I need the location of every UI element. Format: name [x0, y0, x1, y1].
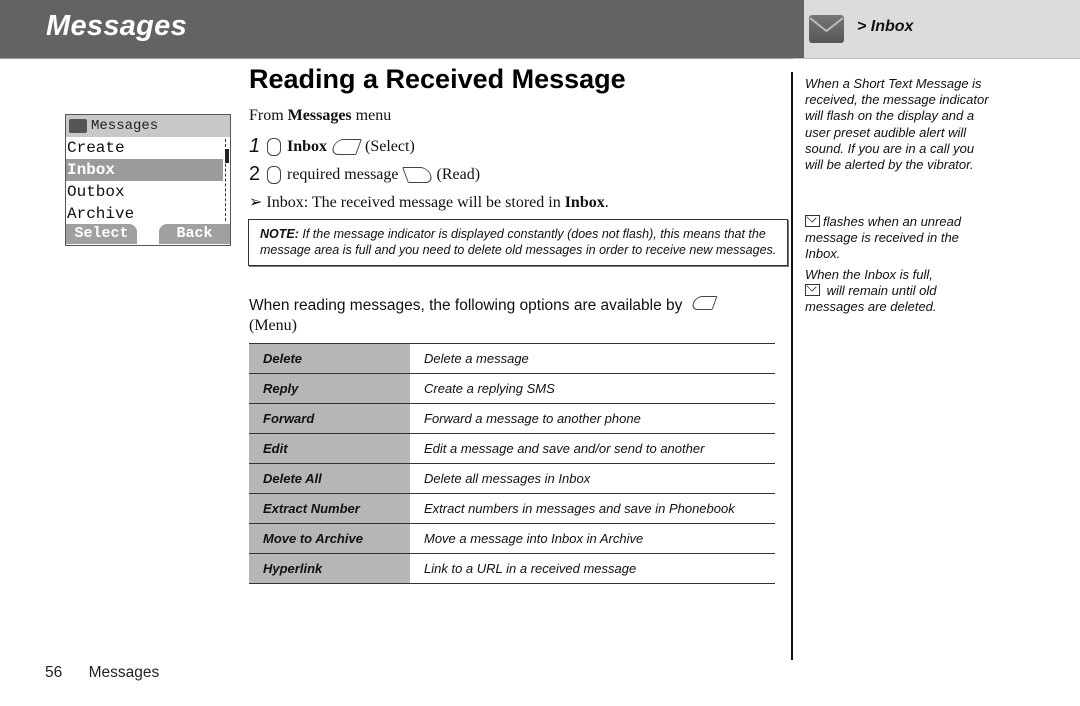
- sidebar-note-3: When the Inbox is full, will remain unti…: [805, 267, 995, 316]
- from-menu-line: From Messages menu: [249, 107, 391, 125]
- options-intro-text: When reading messages, the following opt…: [249, 297, 683, 314]
- left-softkey-icon: [330, 138, 362, 155]
- phone-menu-item-inbox: Inbox: [66, 159, 223, 181]
- step-action: (Select): [365, 137, 415, 155]
- phone-softkey-select: Select: [66, 224, 137, 244]
- option-description: Extract numbers in messages and save in …: [410, 493, 775, 524]
- option-description: Forward a message to another phone: [410, 403, 775, 434]
- option-name: Reply: [249, 373, 410, 404]
- option-description: Edit a message and save and/or send to a…: [410, 433, 775, 464]
- options-table: Delete Delete a message Reply Create a repl…: [249, 343, 775, 584]
- step-action: (Read): [436, 165, 481, 183]
- option-description: Delete a message: [410, 343, 775, 374]
- result-line: ➢ Inbox: The received message will be st…: [249, 192, 609, 212]
- step-number: 1: [249, 135, 261, 157]
- phone-menu-item-archive: Archive: [67, 205, 135, 223]
- envelope-icon: [809, 15, 844, 43]
- result-suffix: .: [604, 194, 609, 211]
- phone-menu-item-create: Create: [67, 139, 125, 157]
- step-target: Inbox: [287, 137, 328, 155]
- right-softkey-icon: [401, 166, 434, 183]
- phone-softkey-back: Back: [159, 224, 230, 244]
- option-description: Create a replying SMS: [410, 373, 775, 404]
- option-name: Move to Archive: [249, 523, 410, 554]
- step-number: 2: [249, 163, 261, 185]
- option-row: Delete Delete a message: [249, 343, 775, 374]
- phone-softkeys: Select Back: [66, 224, 230, 245]
- sidebar-note-3-text-b: will remain until old messages are delet…: [805, 283, 937, 315]
- option-name: Hyperlink: [249, 553, 410, 584]
- phone-screen-title: Messages: [66, 115, 230, 137]
- option-name: Delete All: [249, 463, 410, 494]
- sidebar-note-3-text-a: When the Inbox is full,: [805, 267, 933, 282]
- result-prefix: ➢ Inbox: The received message will be st…: [249, 194, 565, 211]
- option-row: Move to Archive Move a message into Inbox…: [249, 523, 775, 554]
- chapter-header: Messages: [0, 0, 793, 59]
- chapter-title: Messages: [46, 10, 188, 42]
- message-indicator-icon: [805, 215, 820, 227]
- navigation-key-icon: [267, 137, 281, 156]
- column-divider: [791, 72, 793, 660]
- option-row: Forward Forward a message to another phon…: [249, 403, 775, 434]
- from-prefix: From: [249, 107, 288, 124]
- sidebar-note-1: When a Short Text Message is received, t…: [805, 76, 989, 173]
- menu-softkey-icon: [690, 296, 718, 310]
- footer-section: Messages: [88, 664, 160, 681]
- navigation-key-icon: [267, 165, 281, 184]
- sidebar-note-2-text: flashes when an unread message is receiv…: [805, 214, 962, 262]
- note-text: If the message indicator is displayed co…: [260, 227, 777, 257]
- from-menu-name: Messages: [287, 107, 352, 124]
- option-description: Link to a URL in a received message: [410, 553, 775, 584]
- section-breadcrumb: > Inbox: [857, 18, 914, 35]
- option-name: Edit: [249, 433, 410, 464]
- step-1: 1 Inbox (Select): [249, 135, 415, 158]
- messages-icon: [69, 119, 87, 133]
- option-row: Reply Create a replying SMS: [249, 373, 775, 404]
- option-description: Delete all messages in Inbox: [410, 463, 775, 494]
- phone-scroll-thumb: [225, 149, 229, 163]
- step-2: 2 required message (Read): [249, 163, 480, 186]
- message-indicator-icon: [805, 284, 820, 297]
- option-row: Extract Number Extract numbers in message…: [249, 493, 775, 524]
- page-footer: 56 Messages: [45, 664, 159, 682]
- sidebar-note-2: flashes when an unread message is receiv…: [805, 214, 995, 263]
- option-row: Edit Edit a message and save and/or send …: [249, 433, 775, 464]
- result-bold: Inbox: [564, 194, 605, 211]
- step-target: required message: [287, 165, 399, 183]
- option-name: Forward: [249, 403, 410, 434]
- phone-screen-illustration: Messages Create Inbox Outbox Archive Sel…: [65, 114, 231, 246]
- options-intro-menu: (Menu): [249, 317, 297, 334]
- from-suffix: menu: [351, 107, 392, 124]
- page-number: 56: [45, 664, 63, 681]
- phone-screen-title-text: Messages: [91, 118, 159, 134]
- option-description: Move a message into Inbox in Archive: [410, 523, 775, 554]
- note-label: NOTE:: [260, 227, 299, 241]
- option-name: Delete: [249, 343, 410, 374]
- option-row: Hyperlink Link to a URL in a received mes…: [249, 553, 775, 584]
- options-intro: When reading messages, the following opt…: [249, 296, 779, 336]
- note-box: NOTE: If the message indicator is displa…: [248, 219, 788, 266]
- option-name: Extract Number: [249, 493, 410, 524]
- option-row: Delete All Delete all messages in Inbox: [249, 463, 775, 494]
- phone-menu-item-outbox: Outbox: [67, 183, 125, 201]
- page-title: Reading a Received Message: [249, 64, 626, 94]
